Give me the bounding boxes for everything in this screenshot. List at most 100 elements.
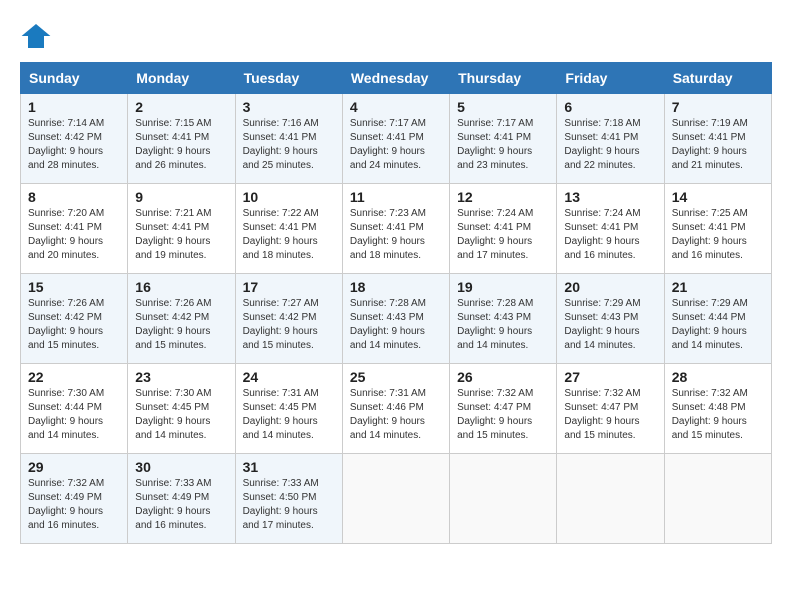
calendar-cell [450,454,557,544]
col-header-saturday: Saturday [664,63,771,94]
day-info: Sunrise: 7:25 AMSunset: 4:41 PMDaylight:… [672,207,764,263]
day-info: Sunrise: 7:31 AMSunset: 4:46 PMDaylight:… [350,387,442,443]
day-info: Sunrise: 7:26 AMSunset: 4:42 PMDaylight:… [135,297,227,353]
day-number: 24 [243,369,335,385]
day-info: Sunrise: 7:33 AMSunset: 4:50 PMDaylight:… [243,477,335,533]
day-info: Sunrise: 7:16 AMSunset: 4:41 PMDaylight:… [243,117,335,173]
day-number: 17 [243,279,335,295]
calendar-cell: 28Sunrise: 7:32 AMSunset: 4:48 PMDayligh… [664,364,771,454]
calendar-cell: 11 Sunrise: 7:23 AMSunset: 4:41 PMDayligh… [342,184,449,274]
day-info: Sunrise: 7:32 AMSunset: 4:47 PMDaylight:… [564,387,656,443]
calendar-cell [557,454,664,544]
day-number: 14 [672,189,764,205]
calendar-cell: 20 Sunrise: 7:29 AMSunset: 4:43 PMDayligh… [557,274,664,364]
day-info: Sunrise: 7:32 AMSunset: 4:47 PMDaylight:… [457,387,549,443]
calendar-cell: 5 Sunrise: 7:17 AMSunset: 4:41 PMDaylight… [450,94,557,184]
page-header [20,20,772,52]
day-info: Sunrise: 7:23 AMSunset: 4:41 PMDaylight:… [350,207,442,263]
calendar-cell: 10 Sunrise: 7:22 AMSunset: 4:41 PMDayligh… [235,184,342,274]
day-number: 23 [135,369,227,385]
day-number: 9 [135,189,227,205]
col-header-friday: Friday [557,63,664,94]
col-header-thursday: Thursday [450,63,557,94]
day-number: 29 [28,459,120,475]
calendar-cell: 3 Sunrise: 7:16 AMSunset: 4:41 PMDaylight… [235,94,342,184]
day-info: Sunrise: 7:30 AMSunset: 4:44 PMDaylight:… [28,387,120,443]
day-info: Sunrise: 7:21 AMSunset: 4:41 PMDaylight:… [135,207,227,263]
calendar-cell: 29 Sunrise: 7:32 AMSunset: 4:49 PMDayligh… [21,454,128,544]
day-number: 15 [28,279,120,295]
day-info: Sunrise: 7:17 AMSunset: 4:41 PMDaylight:… [350,117,442,173]
logo-icon [20,20,52,52]
day-info: Sunrise: 7:32 AMSunset: 4:49 PMDaylight:… [28,477,120,533]
day-info: Sunrise: 7:29 AMSunset: 4:44 PMDaylight:… [672,297,764,353]
day-number: 8 [28,189,120,205]
col-header-monday: Monday [128,63,235,94]
col-header-wednesday: Wednesday [342,63,449,94]
calendar-cell: 31 Sunrise: 7:33 AMSunset: 4:50 PMDayligh… [235,454,342,544]
day-number: 16 [135,279,227,295]
day-info: Sunrise: 7:22 AMSunset: 4:41 PMDaylight:… [243,207,335,263]
calendar-cell: 18 Sunrise: 7:28 AMSunset: 4:43 PMDayligh… [342,274,449,364]
day-info: Sunrise: 7:28 AMSunset: 4:43 PMDaylight:… [350,297,442,353]
calendar-cell: 17 Sunrise: 7:27 AMSunset: 4:42 PMDayligh… [235,274,342,364]
day-info: Sunrise: 7:24 AMSunset: 4:41 PMDaylight:… [457,207,549,263]
calendar-cell: 24 Sunrise: 7:31 AMSunset: 4:45 PMDayligh… [235,364,342,454]
day-number: 13 [564,189,656,205]
day-info: Sunrise: 7:31 AMSunset: 4:45 PMDaylight:… [243,387,335,443]
day-info: Sunrise: 7:26 AMSunset: 4:42 PMDaylight:… [28,297,120,353]
day-number: 6 [564,99,656,115]
calendar-cell: 7 Sunrise: 7:19 AMSunset: 4:41 PMDaylight… [664,94,771,184]
day-number: 1 [28,99,120,115]
calendar-cell: 27 Sunrise: 7:32 AMSunset: 4:47 PMDayligh… [557,364,664,454]
calendar-cell: 9 Sunrise: 7:21 AMSunset: 4:41 PMDaylight… [128,184,235,274]
calendar-table: SundayMondayTuesdayWednesdayThursdayFrid… [20,62,772,544]
calendar-cell: 14 Sunrise: 7:25 AMSunset: 4:41 PMDayligh… [664,184,771,274]
calendar-cell: 19 Sunrise: 7:28 AMSunset: 4:43 PMDayligh… [450,274,557,364]
day-number: 4 [350,99,442,115]
day-number: 31 [243,459,335,475]
calendar-cell: 26 Sunrise: 7:32 AMSunset: 4:47 PMDayligh… [450,364,557,454]
calendar-cell: 12 Sunrise: 7:24 AMSunset: 4:41 PMDayligh… [450,184,557,274]
day-number: 19 [457,279,549,295]
day-info: Sunrise: 7:20 AMSunset: 4:41 PMDaylight:… [28,207,120,263]
day-number: 11 [350,189,442,205]
day-info: Sunrise: 7:33 AMSunset: 4:49 PMDaylight:… [135,477,227,533]
day-info: Sunrise: 7:30 AMSunset: 4:45 PMDaylight:… [135,387,227,443]
day-info: Sunrise: 7:27 AMSunset: 4:42 PMDaylight:… [243,297,335,353]
day-number: 3 [243,99,335,115]
calendar-cell [664,454,771,544]
calendar-cell: 4 Sunrise: 7:17 AMSunset: 4:41 PMDaylight… [342,94,449,184]
calendar-cell: 25Sunrise: 7:31 AMSunset: 4:46 PMDayligh… [342,364,449,454]
col-header-sunday: Sunday [21,63,128,94]
day-number: 18 [350,279,442,295]
day-info: Sunrise: 7:19 AMSunset: 4:41 PMDaylight:… [672,117,764,173]
col-header-tuesday: Tuesday [235,63,342,94]
day-number: 22 [28,369,120,385]
calendar-cell: 22 Sunrise: 7:30 AMSunset: 4:44 PMDayligh… [21,364,128,454]
day-number: 7 [672,99,764,115]
calendar-cell: 6 Sunrise: 7:18 AMSunset: 4:41 PMDaylight… [557,94,664,184]
day-info: Sunrise: 7:18 AMSunset: 4:41 PMDaylight:… [564,117,656,173]
day-number: 21 [672,279,764,295]
day-info: Sunrise: 7:28 AMSunset: 4:43 PMDaylight:… [457,297,549,353]
day-info: Sunrise: 7:29 AMSunset: 4:43 PMDaylight:… [564,297,656,353]
day-number: 5 [457,99,549,115]
calendar-cell: 2Sunrise: 7:15 AMSunset: 4:41 PMDaylight… [128,94,235,184]
day-number: 20 [564,279,656,295]
calendar-cell: 15 Sunrise: 7:26 AMSunset: 4:42 PMDayligh… [21,274,128,364]
day-info: Sunrise: 7:24 AMSunset: 4:41 PMDaylight:… [564,207,656,263]
calendar-cell: 8 Sunrise: 7:20 AMSunset: 4:41 PMDaylight… [21,184,128,274]
day-number: 12 [457,189,549,205]
calendar-cell: 21 Sunrise: 7:29 AMSunset: 4:44 PMDayligh… [664,274,771,364]
day-number: 30 [135,459,227,475]
calendar-cell: 23 Sunrise: 7:30 AMSunset: 4:45 PMDayligh… [128,364,235,454]
calendar-cell: 30 Sunrise: 7:33 AMSunset: 4:49 PMDayligh… [128,454,235,544]
day-info: Sunrise: 7:17 AMSunset: 4:41 PMDaylight:… [457,117,549,173]
day-info: Sunrise: 7:15 AMSunset: 4:41 PMDaylight:… [135,117,227,173]
day-number: 26 [457,369,549,385]
calendar-cell: 13 Sunrise: 7:24 AMSunset: 4:41 PMDayligh… [557,184,664,274]
day-number: 10 [243,189,335,205]
calendar-cell: 16 Sunrise: 7:26 AMSunset: 4:42 PMDayligh… [128,274,235,364]
day-number: 27 [564,369,656,385]
